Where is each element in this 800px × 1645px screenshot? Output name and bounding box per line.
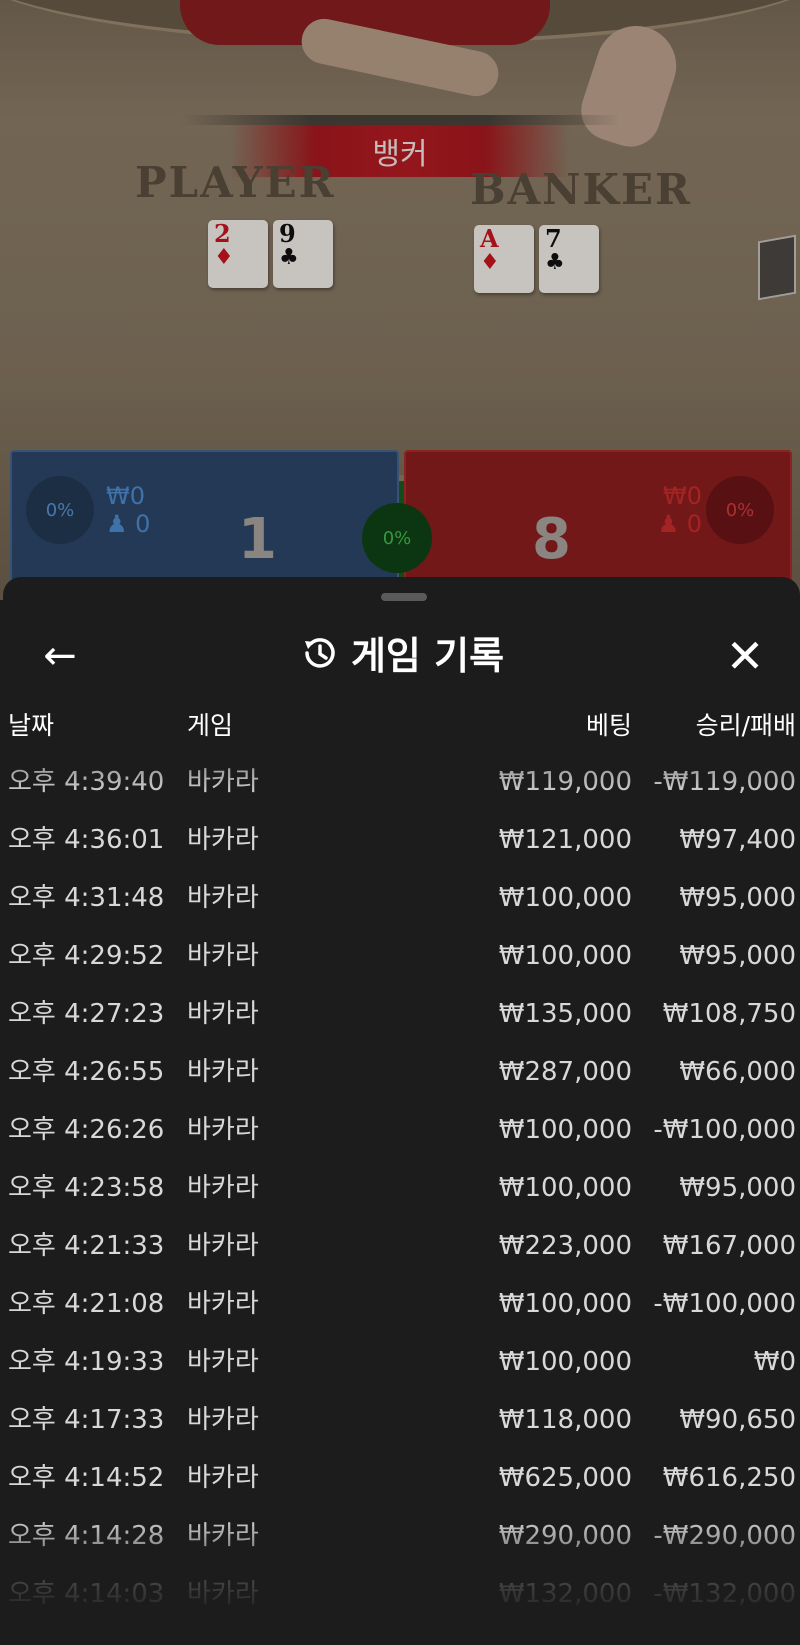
row-game: 바카라	[187, 825, 259, 855]
row-bet: ₩121,000	[498, 825, 632, 855]
row-bet: ₩223,000	[498, 1231, 632, 1261]
row-bet: ₩100,000	[498, 883, 632, 913]
row-date: 오후 4:14:28	[8, 1521, 165, 1551]
table-row[interactable]: 오후 4:21:08 바카라 ₩100,000 -₩100,000	[3, 1275, 800, 1333]
row-date: 오후 4:29:52	[8, 941, 165, 971]
dim-overlay	[0, 0, 800, 600]
row-bet: ₩118,000	[498, 1405, 632, 1435]
row-win-loss: ₩95,000	[679, 1173, 796, 1203]
row-game: 바카라	[187, 1173, 259, 1203]
row-bet: ₩100,000	[498, 1173, 632, 1203]
row-win-loss: ₩0	[753, 1347, 796, 1377]
table-row[interactable]: 오후 4:26:55 바카라 ₩287,000 ₩66,000	[3, 1043, 800, 1101]
history-clock-icon	[299, 633, 339, 685]
row-win-loss: ₩97,400	[679, 825, 796, 855]
table-header: 날짜 게임 베팅 승리/패배	[3, 697, 800, 753]
row-date: 오후 4:31:48	[8, 883, 165, 913]
table-row[interactable]: 오후 4:39:40 바카라 ₩119,000 -₩119,000	[3, 753, 800, 811]
row-game: 바카라	[187, 1289, 259, 1319]
row-win-loss: ₩90,650	[679, 1405, 796, 1435]
row-game: 바카라	[187, 1521, 259, 1551]
row-game: 바카라	[187, 1347, 259, 1377]
table-row[interactable]: 오후 4:36:01 바카라 ₩121,000 ₩97,400	[3, 811, 800, 869]
close-button[interactable]: ✕	[718, 629, 772, 683]
row-bet: ₩100,000	[498, 1347, 632, 1377]
row-win-loss: ₩95,000	[679, 941, 796, 971]
row-game: 바카라	[187, 999, 259, 1029]
row-game: 바카라	[187, 1463, 259, 1493]
row-game: 바카라	[187, 1579, 259, 1609]
close-icon: ✕	[725, 629, 765, 683]
row-date: 오후 4:26:26	[8, 1115, 165, 1145]
row-game: 바카라	[187, 1405, 259, 1435]
row-date: 오후 4:21:08	[8, 1289, 165, 1319]
row-date: 오후 4:39:40	[8, 767, 165, 797]
game-history-sheet: ← 게임 기록 ✕ 날짜 게임 베팅 승리/패배 오후 4:39:40 바카라 ₩1…	[3, 577, 800, 1645]
table-row[interactable]: 오후 4:27:23 바카라 ₩135,000 ₩108,750	[3, 985, 800, 1043]
row-win-loss: ₩66,000	[679, 1057, 796, 1087]
column-bet: 베팅	[585, 711, 632, 740]
row-bet: ₩135,000	[498, 999, 632, 1029]
row-game: 바카라	[187, 941, 259, 971]
column-win-loss: 승리/패배	[695, 711, 796, 740]
row-win-loss: -₩100,000	[653, 1289, 796, 1319]
row-date: 오후 4:17:33	[8, 1405, 165, 1435]
row-win-loss: -₩100,000	[653, 1115, 796, 1145]
row-date: 오후 4:14:03	[8, 1579, 165, 1609]
row-win-loss: -₩290,000	[653, 1521, 796, 1551]
title-text: 게임 기록	[350, 634, 505, 678]
row-date: 오후 4:36:01	[8, 825, 165, 855]
row-win-loss: -₩119,000	[653, 767, 796, 797]
row-win-loss: ₩616,250	[662, 1463, 796, 1493]
table-row[interactable]: 오후 4:14:52 바카라 ₩625,000 ₩616,250	[3, 1449, 800, 1507]
row-bet: ₩119,000	[498, 767, 632, 797]
page-title: 게임 기록	[3, 631, 800, 685]
table-row[interactable]: 오후 4:19:33 바카라 ₩100,000 ₩0	[3, 1333, 800, 1391]
row-date: 오후 4:14:52	[8, 1463, 165, 1493]
row-win-loss: -₩132,000	[653, 1579, 796, 1609]
table-row[interactable]: 오후 4:21:33 바카라 ₩223,000 ₩167,000	[3, 1217, 800, 1275]
row-date: 오후 4:27:23	[8, 999, 165, 1029]
sheet-header: ← 게임 기록 ✕	[3, 617, 800, 697]
row-win-loss: ₩167,000	[662, 1231, 796, 1261]
table-row[interactable]: 오후 4:26:26 바카라 ₩100,000 -₩100,000	[3, 1101, 800, 1159]
table-row[interactable]: 오후 4:14:28 바카라 ₩290,000 -₩290,000	[3, 1507, 800, 1565]
column-game: 게임	[187, 711, 234, 740]
sheet-grabber[interactable]	[381, 593, 427, 601]
row-date: 오후 4:26:55	[8, 1057, 165, 1087]
history-table: 날짜 게임 베팅 승리/패배 오후 4:39:40 바카라 ₩119,000 -₩11…	[3, 697, 800, 1623]
column-date: 날짜	[8, 711, 55, 740]
row-bet: ₩287,000	[498, 1057, 632, 1087]
row-bet: ₩100,000	[498, 1115, 632, 1145]
row-win-loss: ₩95,000	[679, 883, 796, 913]
row-bet: ₩625,000	[498, 1463, 632, 1493]
row-win-loss: ₩108,750	[662, 999, 796, 1029]
row-bet: ₩100,000	[498, 1289, 632, 1319]
row-game: 바카라	[187, 883, 259, 913]
row-date: 오후 4:19:33	[8, 1347, 165, 1377]
row-bet: ₩132,000	[498, 1579, 632, 1609]
table-row[interactable]: 오후 4:23:58 바카라 ₩100,000 ₩95,000	[3, 1159, 800, 1217]
row-date: 오후 4:21:33	[8, 1231, 165, 1261]
row-game: 바카라	[187, 767, 259, 797]
row-game: 바카라	[187, 1057, 259, 1087]
row-game: 바카라	[187, 1115, 259, 1145]
table-row[interactable]: 오후 4:14:03 바카라 ₩132,000 -₩132,000	[3, 1565, 800, 1623]
table-row[interactable]: 오후 4:17:33 바카라 ₩118,000 ₩90,650	[3, 1391, 800, 1449]
row-bet: ₩290,000	[498, 1521, 632, 1551]
row-date: 오후 4:23:58	[8, 1173, 165, 1203]
live-video-view: 뱅커 PLAYER BANKER 2 ♦ 9 ♣ A ♦ 7 ♣ 0% ₩0 ♟…	[0, 0, 800, 600]
table-row[interactable]: 오후 4:29:52 바카라 ₩100,000 ₩95,000	[3, 927, 800, 985]
row-game: 바카라	[187, 1231, 259, 1261]
row-bet: ₩100,000	[498, 941, 632, 971]
table-row[interactable]: 오후 4:31:48 바카라 ₩100,000 ₩95,000	[3, 869, 800, 927]
